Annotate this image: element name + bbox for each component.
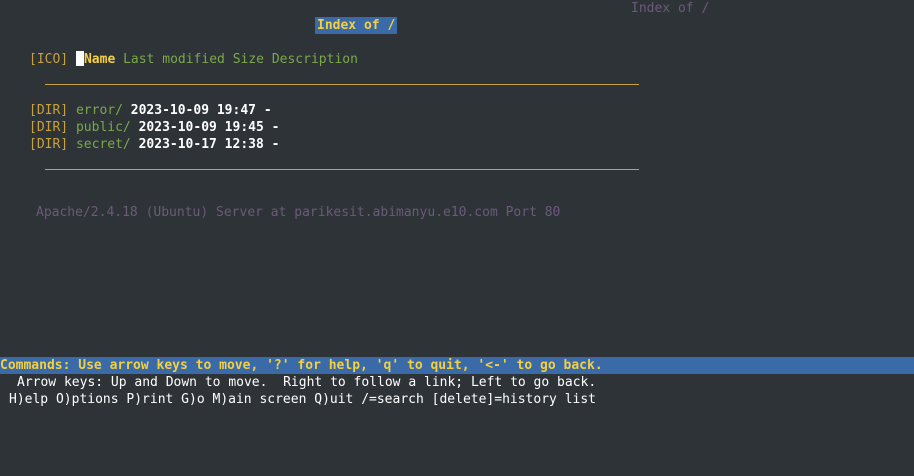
column-description-link[interactable]: Description [272, 52, 358, 67]
divider-bottom [45, 169, 639, 170]
page-title: Index of / [315, 17, 398, 34]
dir-tag: [DIR] [29, 120, 69, 135]
entry-modified: 2023-10-09 19:47 [130, 103, 256, 118]
entry-size: - [271, 137, 280, 152]
column-icon-header: [ICO] [29, 52, 69, 67]
entry-link-error[interactable]: error/ [76, 103, 123, 118]
commands-hint: Commands: Use arrow keys to move, '?' fo… [0, 358, 603, 373]
divider-top [45, 84, 639, 85]
entry-link-secret[interactable]: secret/ [76, 137, 131, 152]
list-item: [DIR] secret/ 2023-10-17 12:38 - [29, 136, 279, 153]
list-item: [DIR] public/ 2023-10-09 19:45 - [29, 119, 279, 136]
entry-modified: 2023-10-17 12:38 [138, 137, 264, 152]
text-cursor [75, 51, 84, 66]
window-title: Index of / [631, 1, 710, 16]
dir-tag: [DIR] [29, 103, 69, 118]
column-last-modified-link[interactable]: Last modified [123, 52, 225, 67]
entry-size: - [263, 103, 272, 118]
server-signature: Apache/2.4.18 (Ubuntu) Server at parikes… [36, 205, 561, 220]
entry-modified: 2023-10-09 19:45 [138, 120, 264, 135]
help-text-arrows: Arrow keys: Up and Down to move. Right t… [17, 375, 597, 390]
column-header-row: [ICO] Name Last modified Size Descriptio… [29, 51, 358, 68]
column-size-link[interactable]: Size [233, 52, 264, 67]
column-name-link[interactable]: Name [84, 52, 115, 67]
entry-size: - [271, 120, 280, 135]
list-item: [DIR] error/ 2023-10-09 19:47 - [29, 102, 272, 119]
dir-tag: [DIR] [29, 137, 69, 152]
entry-link-public[interactable]: public/ [76, 120, 131, 135]
help-text-keys: H)elp O)ptions P)rint G)o M)ain screen Q… [9, 392, 596, 407]
